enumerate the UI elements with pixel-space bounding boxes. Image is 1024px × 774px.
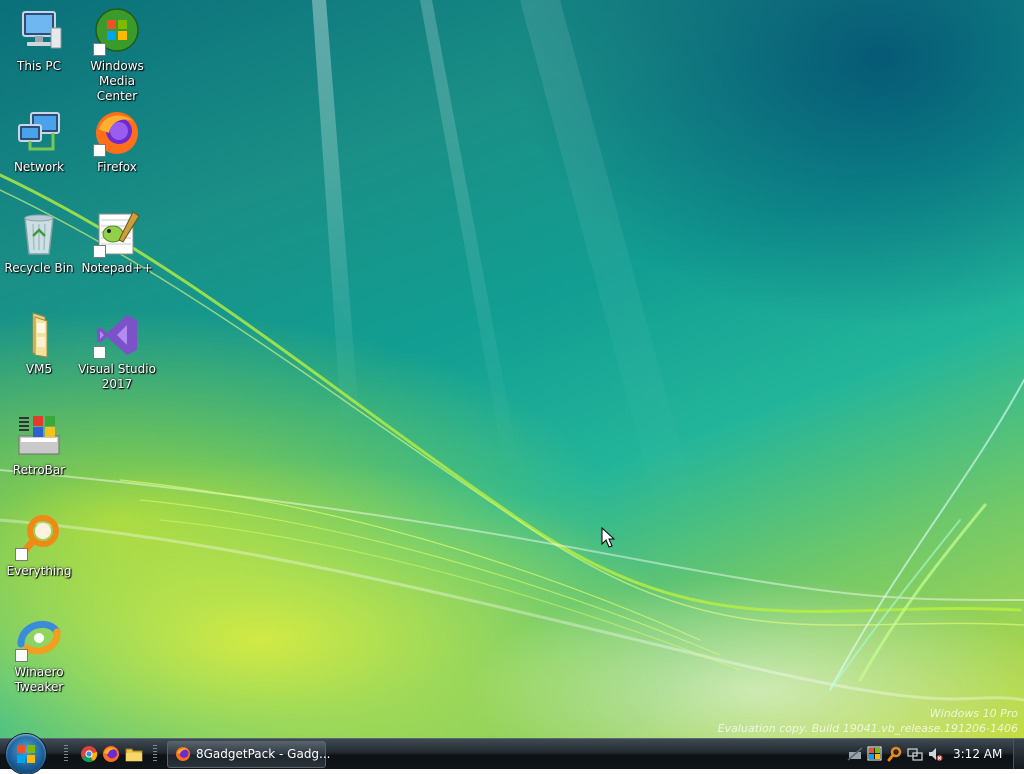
shortcut-arrow-icon xyxy=(93,346,106,359)
firefox-icon[interactable] xyxy=(102,745,120,763)
desktop-icon-label: Notepad++ xyxy=(81,261,153,275)
desktop-icon-vm5[interactable]: VM5 xyxy=(0,311,78,377)
recycle-bin-icon xyxy=(15,210,63,258)
desktop-icon-label: VM5 xyxy=(25,362,53,376)
taskbar-button-8gadgetpack[interactable]: 8GadgetPack - Gadg... xyxy=(167,741,331,768)
desktop-icon-notepad-plus-plus[interactable]: Notepad++ xyxy=(78,210,156,276)
winaero-tweaker-icon xyxy=(15,614,63,662)
shortcut-arrow-icon xyxy=(15,649,28,662)
desktop-icon-label: Visual Studio 2017 xyxy=(78,362,156,391)
desktop-icon-retrobar[interactable]: RetroBar xyxy=(0,412,78,478)
desktop-icon-label: Winaero Tweaker xyxy=(14,665,64,694)
shortcut-arrow-icon xyxy=(93,245,106,258)
desktop-icon-firefox[interactable]: Firefox xyxy=(78,109,156,175)
firefox-icon xyxy=(176,747,190,761)
desktop-icon-winaero-tweaker[interactable]: Winaero Tweaker xyxy=(0,614,78,695)
taskbar-button-label: 8GadgetPack - Gadg... xyxy=(196,747,331,761)
desktop-icon-everything[interactable]: Everything xyxy=(0,513,78,579)
volume-muted-icon[interactable] xyxy=(927,746,943,762)
everything-search-icon xyxy=(15,513,63,561)
search-icon[interactable] xyxy=(887,746,903,762)
visual-studio-icon xyxy=(93,311,141,359)
network-icon xyxy=(15,109,63,157)
shortcut-arrow-icon xyxy=(15,548,28,561)
desktop-icon-recycle-bin[interactable]: Recycle Bin xyxy=(0,210,78,276)
watermark-build: Evaluation copy. Build 19041.vb_release.… xyxy=(717,722,1018,735)
display-icon[interactable] xyxy=(907,746,923,762)
toolbar-grip[interactable] xyxy=(153,745,157,763)
desktop-icon-label: Firefox xyxy=(97,160,137,174)
desktop-icon-visual-studio-2017[interactable]: Visual Studio 2017 xyxy=(78,311,156,392)
firefox-icon xyxy=(93,109,141,157)
watermark-edition: Windows 10 Pro xyxy=(929,707,1018,720)
computer-icon xyxy=(15,8,63,56)
desktop-icon-network[interactable]: Network xyxy=(0,109,78,175)
desktop-icon-label: Network xyxy=(13,160,65,174)
desktop[interactable]: This PC Network Recycle Bin VM5 RetroBar… xyxy=(0,0,1024,738)
retrobar-icon xyxy=(15,412,63,460)
clock[interactable]: 3:12 AM xyxy=(953,739,1002,769)
show-desktop-button[interactable] xyxy=(1013,739,1024,769)
shortcut-arrow-icon xyxy=(93,144,106,157)
desktop-icon-label: This PC xyxy=(17,59,61,73)
mouse-cursor-icon xyxy=(601,527,615,548)
desktop-icon-this-pc[interactable]: This PC xyxy=(0,8,78,74)
folder-icon xyxy=(15,311,63,359)
desktop-icon-windows-media-center[interactable]: Windows Media Center xyxy=(78,8,156,104)
media-center-icon xyxy=(93,8,141,56)
os-watermark: Windows 10 Pro Evaluation copy. Build 19… xyxy=(718,706,1018,736)
security-flag-icon[interactable] xyxy=(867,746,883,762)
shortcut-arrow-icon xyxy=(93,43,106,56)
file-explorer-icon[interactable] xyxy=(125,745,143,763)
windows-logo-icon xyxy=(17,745,35,763)
desktop-icon-label: Windows Media Center xyxy=(90,59,144,103)
notepad-plus-plus-icon xyxy=(93,210,141,258)
desktop-icon-label: Everything xyxy=(6,564,72,578)
desktop-icon-label: RetroBar xyxy=(12,463,66,477)
taskbar: 8GadgetPack - Gadg... 3:12 AM xyxy=(0,734,1024,774)
network-icon[interactable] xyxy=(847,746,863,762)
chrome-icon[interactable] xyxy=(80,745,98,763)
toolbar-grip[interactable] xyxy=(64,745,68,763)
start-button[interactable] xyxy=(6,734,46,774)
desktop-icon-label: Recycle Bin xyxy=(4,261,74,275)
